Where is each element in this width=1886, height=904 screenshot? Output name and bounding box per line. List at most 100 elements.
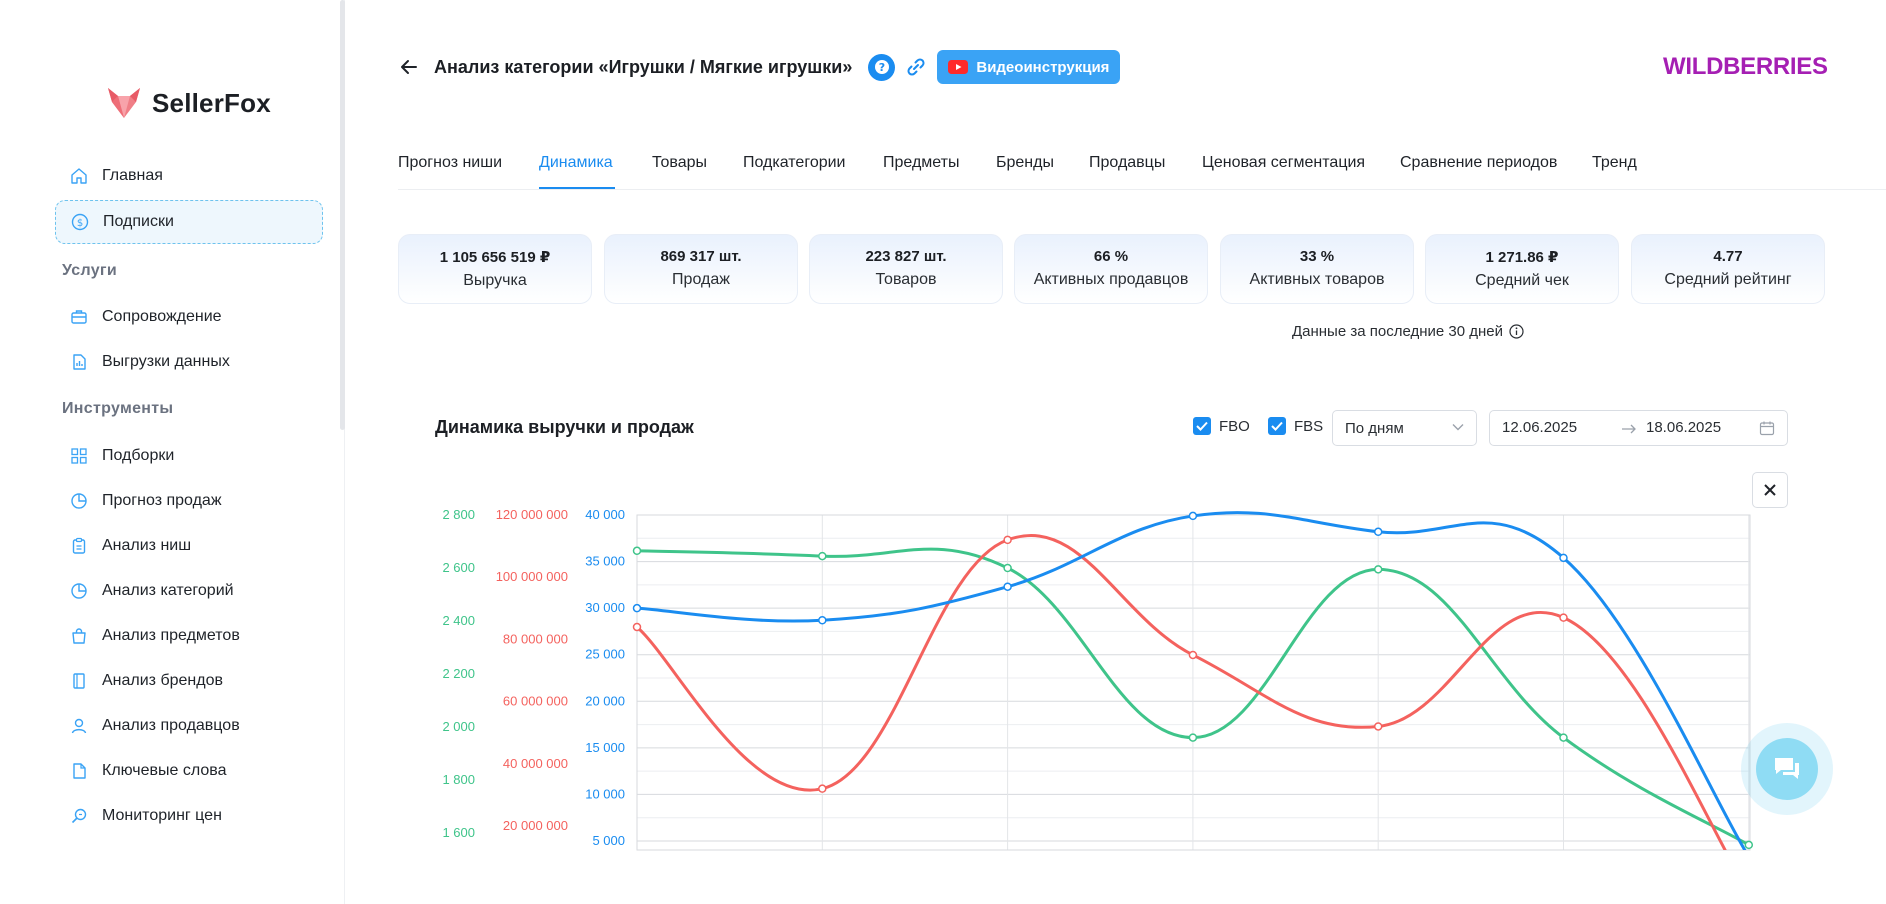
wildberries-logo[interactable]: WILDBERRIES — [1663, 53, 1828, 81]
question-icon: ? — [874, 60, 889, 74]
chat-widget-button[interactable] — [1741, 723, 1833, 815]
fox-logo-icon — [108, 88, 140, 118]
brand-name: SellerFox — [152, 87, 271, 118]
left-axis-green-tick: 2 000 — [442, 719, 475, 734]
stat-card-revenue: 1 105 656 519 ₽ Выручка — [398, 234, 592, 304]
sidebar-item-label: Прогноз продаж — [102, 492, 222, 509]
stat-label: Товаров — [875, 271, 937, 288]
stat-card-average-check: 1 271.86 ₽ Средний чек — [1425, 234, 1619, 304]
left-axis-blue-tick: 15 000 — [585, 740, 625, 755]
sidebar-item-label: Анализ ниш — [102, 537, 192, 554]
stat-value: 4.77 — [1713, 248, 1743, 265]
left-axis-red-tick: 80 000 000 — [503, 631, 568, 646]
stat-label: Активных продавцов — [1033, 271, 1189, 288]
sidebar-item-data-exports[interactable]: Выгрузки данных — [55, 340, 323, 384]
sidebar-item-label: Подписки — [103, 213, 174, 230]
fbo-checkbox[interactable]: FBO — [1193, 417, 1250, 435]
checkbox-checked-icon — [1268, 417, 1286, 435]
link-icon[interactable] — [905, 56, 927, 78]
data-point-green — [632, 546, 642, 556]
sidebar-item-home[interactable]: Главная — [55, 154, 323, 198]
fbs-label: FBS — [1294, 417, 1324, 435]
left-axis-blue-tick: 20 000 — [585, 693, 625, 708]
sidebar-item-keywords[interactable]: Ключевые слова — [55, 749, 323, 793]
shopping-bag-icon — [70, 627, 88, 645]
sidebar-item-label: Анализ продавцов — [102, 717, 240, 734]
stat-value: 33 % — [1299, 248, 1335, 265]
data-point-blue — [1188, 511, 1198, 521]
page-title: Анализ категории «Игрушки / Мягкие игруш… — [434, 56, 853, 77]
user-icon — [70, 717, 88, 735]
stat-value: 66 % — [1093, 248, 1129, 265]
sidebar-item-label: Анализ брендов — [102, 672, 223, 689]
sidebar-item-niche-analysis[interactable]: Анализ ниш — [55, 524, 323, 568]
sidebar-item-subscriptions[interactable]: $ Подписки — [55, 200, 323, 244]
checkbox-checked-icon — [1193, 417, 1211, 435]
help-button[interactable]: ? — [868, 53, 896, 81]
granularity-select[interactable]: По дням — [1332, 410, 1477, 446]
sidebar-item-brand-analysis[interactable]: Анализ брендов — [55, 659, 323, 703]
sidebar-item-subject-analysis[interactable]: Анализ предметов — [55, 614, 323, 658]
stat-card-products: 223 827 шт. Товаров — [809, 234, 1003, 304]
left-axis-blue-tick: 25 000 — [585, 647, 625, 662]
data-point-red — [1188, 650, 1198, 660]
report-icon — [70, 353, 88, 371]
data-point-green — [1373, 565, 1383, 574]
stat-label: Средний чек — [1475, 272, 1569, 289]
data-point-red — [1559, 613, 1568, 622]
info-icon[interactable] — [1509, 324, 1524, 339]
sidebar-item-support[interactable]: Сопровождение — [55, 295, 323, 339]
sidebar-scrollbar[interactable] — [340, 0, 345, 430]
sidebar-item-price-monitoring[interactable]: Мониторинг цен — [55, 794, 323, 838]
tab-period-comparison[interactable]: Сравнение периодов — [1400, 154, 1557, 172]
sidebar-item-category-analysis[interactable]: Анализ категорий — [55, 569, 323, 613]
chat-icon — [1775, 758, 1799, 779]
data-point-red — [1003, 535, 1012, 545]
back-arrow-icon[interactable] — [398, 56, 420, 78]
tab-subcategories[interactable]: Подкатегории — [743, 154, 845, 172]
search-price-icon — [70, 807, 88, 825]
sidebar-item-label: Выгрузки данных — [102, 353, 230, 370]
tab-trend[interactable]: Тренд — [1592, 154, 1637, 172]
left-axis-red-tick: 20 000 000 — [503, 818, 568, 833]
date-from[interactable]: 12.06.2025 — [1502, 419, 1577, 436]
tab-bar: Прогноз ниши Динамика Товары Подкатегори… — [398, 152, 1886, 190]
sidebar-item-seller-analysis[interactable]: Анализ продавцов — [55, 704, 323, 748]
tab-brands[interactable]: Бренды — [996, 154, 1054, 172]
sidebar-item-label: Мониторинг цен — [102, 807, 222, 824]
left-axis-red-tick: 60 000 000 — [503, 694, 568, 709]
tab-products[interactable]: Товары — [652, 154, 707, 172]
left-axis-green-tick: 2 200 — [442, 666, 475, 681]
left-axis-blue-tick: 35 000 — [585, 554, 625, 569]
sidebar-item-label: Главная — [102, 167, 163, 184]
close-icon — [1764, 484, 1776, 496]
dollar-circle-icon: $ — [71, 213, 89, 231]
left-axis-blue-tick: 10 000 — [585, 786, 625, 801]
stat-card-sales: 869 317 шт. Продаж — [604, 234, 798, 304]
briefcase-icon — [70, 308, 88, 326]
left-axis-green-tick: 2 600 — [442, 560, 475, 575]
sidebar-item-collections[interactable]: Подборки — [55, 434, 323, 478]
sidebar: SellerFox Главная $ Подписки Услуги Сопр… — [0, 0, 345, 904]
tab-niche-forecast[interactable]: Прогноз ниши — [398, 154, 502, 172]
date-range-picker[interactable]: 12.06.2025 18.06.2025 — [1489, 410, 1788, 446]
left-axis-green-tick: 1 600 — [442, 825, 475, 840]
stat-card-active-products: 33 % Активных товаров — [1220, 234, 1414, 304]
brand-logo[interactable]: SellerFox — [106, 86, 271, 120]
fbs-checkbox[interactable]: FBS — [1268, 417, 1323, 435]
date-to[interactable]: 18.06.2025 — [1646, 419, 1721, 436]
sidebar-item-label: Подборки — [102, 447, 175, 464]
chart-title: Динамика выручки и продаж — [435, 417, 694, 437]
video-instruction-button[interactable]: Видеоинструкция — [937, 50, 1121, 84]
sidebar-item-sales-forecast[interactable]: Прогноз продаж — [55, 479, 323, 523]
sidebar-section-tools: Инструменты — [62, 400, 174, 417]
left-axis-green-tick: 1 800 — [442, 772, 475, 787]
tab-dynamics[interactable]: Динамика — [539, 154, 613, 172]
stat-value: 1 271.86 ₽ — [1485, 249, 1559, 266]
home-icon — [70, 167, 88, 185]
left-axis-blue-tick: 30 000 — [585, 600, 625, 615]
stat-value: 223 827 шт. — [865, 248, 947, 265]
tab-price-segmentation[interactable]: Ценовая сегментация — [1202, 154, 1365, 172]
tab-sellers[interactable]: Продавцы — [1089, 154, 1165, 172]
tab-subjects[interactable]: Предметы — [883, 154, 959, 172]
